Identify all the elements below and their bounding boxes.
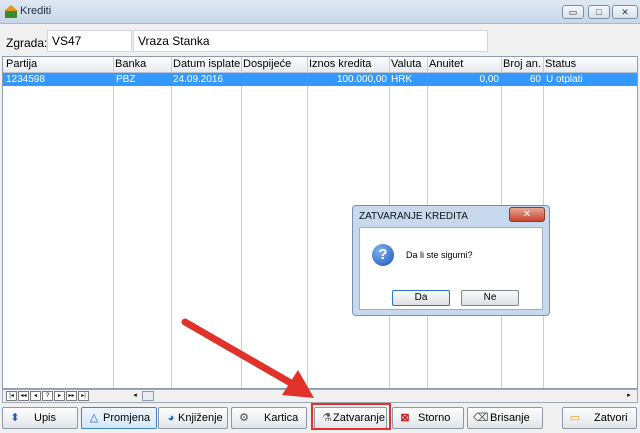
kartica-button[interactable]: ⚙ Kartica [231,407,307,429]
column-divider [171,57,172,388]
nav-next-page-button[interactable]: ▸▸ [66,391,77,401]
confirm-dialog: ZATVARANJE KREDITA ✕ ? Da li ste sigurni… [352,205,550,316]
knjizenje-label: Knjiženje [178,412,223,424]
minimize-button[interactable]: ▭ [562,5,584,19]
cell-valuta: HRK [391,74,413,85]
storno-label: Storno [418,412,451,424]
building-code-field[interactable]: VS47 [47,30,132,52]
promjena-label: Promjena [103,412,151,424]
cell-broj: 60 [529,74,541,85]
col-header-broj[interactable]: Broj an. [503,58,541,70]
card-icon: ⚙ [239,412,249,424]
cell-datum: 24.09.2016 [173,74,224,85]
col-header-dospijece[interactable]: Dospijeće [243,58,291,70]
eraser-icon: ⌫ [473,412,489,424]
promjena-button[interactable]: △ Promjena [81,407,157,429]
grid-header: Partija Banka Datum isplate Dospijeće Iz… [3,57,637,73]
nav-help-button[interactable]: ? [42,391,53,401]
column-divider [307,57,308,388]
cell-anuitet: 0,00 [479,74,499,85]
cell-banka: PBZ [116,74,136,85]
close-button[interactable]: ✕ [612,5,638,19]
col-header-datum[interactable]: Datum isplate [173,58,240,70]
dialog-title: ZATVARANJE KREDITA [359,211,468,222]
yes-button[interactable]: Da [392,290,450,306]
column-divider [113,57,114,388]
cell-iznos: 100.000,00 [336,74,387,85]
add-arrows-icon: ⬍ [10,412,20,424]
brisanje-label: Brisanje [490,412,530,424]
question-icon: ? [372,244,394,266]
maximize-button[interactable]: □ [588,5,610,19]
upis-label: Upis [34,412,57,424]
edit-triangle-icon: △ [89,412,99,424]
brisanje-button[interactable]: ⌫ Brisanje [467,407,543,429]
col-header-valuta[interactable]: Valuta [391,58,421,70]
col-header-iznos[interactable]: Iznos kredita [309,58,371,70]
cell-status: U otplati [546,74,583,85]
nav-prev-button[interactable]: ◂ [30,391,41,401]
cancel-x-icon: ⊠ [400,412,410,424]
grid-navigator: |◂ ◂◂ ◂ ? ▸ ▸▸ ▸| ◂ ▸ [2,389,638,403]
nav-first-button[interactable]: |◂ [6,391,17,401]
storno-button[interactable]: ⊠ Storno [392,407,464,429]
folder-icon: ▭ [569,412,581,424]
dialog-body: ? Da li ste sigurni? Da Ne [359,227,543,310]
col-header-anuitet[interactable]: Anuitet [429,58,463,70]
window-titlebar: Krediti ▭ □ ✕ [0,0,640,24]
scroll-right-arrow[interactable]: ▸ [623,391,635,401]
dialog-message: Da li ste sigurni? [406,250,473,260]
building-label: Zgrada: [6,36,48,50]
dialog-close-button[interactable]: ✕ [509,207,545,222]
col-header-status[interactable]: Status [545,58,576,70]
app-icon [4,5,18,18]
scroll-left-arrow[interactable]: ◂ [129,391,141,401]
upis-button[interactable]: ⬍ Upis [2,407,78,429]
cell-partija: 1234598 [6,74,45,85]
col-header-partija[interactable]: Partija [6,58,37,70]
nav-last-button[interactable]: ▸| [78,391,89,401]
no-button[interactable]: Ne [461,290,519,306]
col-header-banka[interactable]: Banka [115,58,146,70]
nav-next-button[interactable]: ▸ [54,391,65,401]
kartica-label: Kartica [264,412,299,424]
column-divider [241,57,242,388]
annotation-highlight-box [311,403,391,430]
booking-icon: ◕ [167,412,175,424]
window-title: Krediti [20,5,52,17]
zatvori-label: Zatvori [594,412,628,424]
horizontal-scrollbar-thumb[interactable] [142,391,154,401]
knjizenje-button[interactable]: ◕ Knjiženje [158,407,228,429]
zatvori-button[interactable]: ▭ Zatvori [562,407,637,429]
building-name-field[interactable]: Vraza Stanka [133,30,488,52]
nav-prev-page-button[interactable]: ◂◂ [18,391,29,401]
